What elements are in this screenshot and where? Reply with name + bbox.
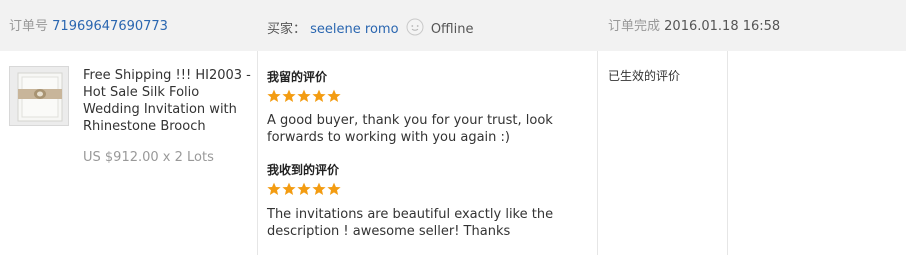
order-number-link[interactable]: 71969647690773 <box>52 19 168 34</box>
column-divider <box>257 51 258 255</box>
order-complete-time: 2016.01.18 16:58 <box>664 19 781 34</box>
order-row: Free Shipping !!! HI2003 - Hot Sale Silk… <box>0 51 906 255</box>
star-icon <box>312 182 326 195</box>
product-title-link[interactable]: Free Shipping !!! HI2003 - Hot Sale Silk… <box>83 67 253 135</box>
order-number-label: 订单号 <box>9 19 49 34</box>
star-icon <box>297 182 311 195</box>
star-icon <box>327 182 341 195</box>
star-icon <box>282 182 296 195</box>
star-icon <box>297 89 311 102</box>
feedback-received-heading: 我收到的评价 <box>267 163 340 177</box>
star-icon <box>312 89 326 102</box>
order-complete: 订单完成 2016.01.18 16:58 <box>608 18 780 35</box>
feedback-received-text: The invitations are beautiful exactly li… <box>267 207 554 239</box>
order-header: 订单号 71969647690773 买家： seelene romo Offl… <box>0 0 906 51</box>
column-divider <box>727 51 728 255</box>
feedback-left-text: A good buyer, thank you for your trust, … <box>267 113 553 145</box>
product-price: US $912.00 x 2 Lots <box>83 150 214 165</box>
feedback-left-heading: 我留的评价 <box>267 70 328 84</box>
chat-offline-icon[interactable] <box>406 18 424 41</box>
star-icon <box>282 89 296 102</box>
star-icon <box>267 182 281 195</box>
buyer-status: Offline <box>430 22 474 37</box>
order-number: 订单号 71969647690773 <box>9 18 168 35</box>
product-thumbnail[interactable] <box>9 66 69 126</box>
star-icon <box>267 89 281 102</box>
feedback-status: 已生效的评价 <box>608 69 681 83</box>
column-divider <box>597 51 598 255</box>
buyer-label: 买家： <box>267 22 307 37</box>
order-complete-label: 订单完成 <box>608 19 661 34</box>
feedback-received-stars <box>267 182 341 196</box>
star-icon <box>327 89 341 102</box>
feedback-left-stars <box>267 89 341 103</box>
buyer-info: 买家： seelene romo Offline <box>267 18 473 41</box>
buyer-name-link[interactable]: seelene romo <box>310 22 398 37</box>
